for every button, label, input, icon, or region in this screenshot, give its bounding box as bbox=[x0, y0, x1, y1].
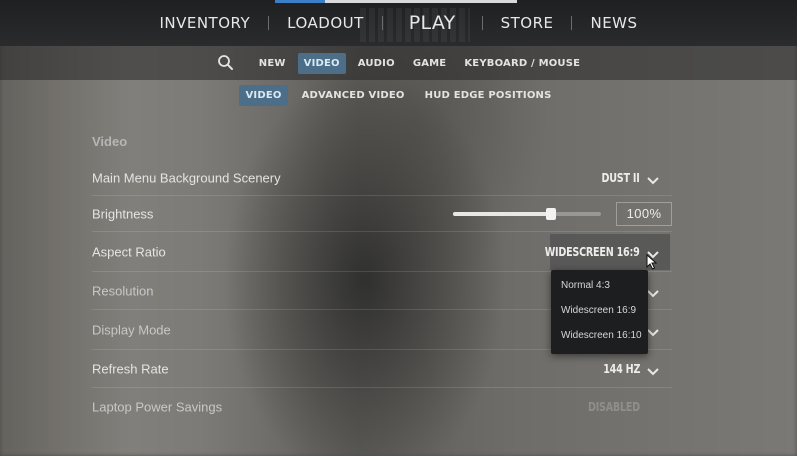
menu-option-widescreen-16-9[interactable]: Widescreen 16:9 bbox=[561, 305, 636, 316]
setting-value-disabled: DISABLED bbox=[588, 400, 640, 414]
nav-play[interactable]: PLAY bbox=[409, 12, 456, 34]
setting-label: Brightness bbox=[92, 206, 154, 221]
chevron-down-icon[interactable] bbox=[646, 173, 660, 184]
setting-value: WIDESCREEN 16:9 bbox=[545, 244, 640, 259]
menu-option-normal-4-3[interactable]: Normal 4:3 bbox=[561, 280, 610, 291]
setting-label: Main Menu Background Scenery bbox=[92, 170, 281, 185]
tab-game[interactable]: GAME bbox=[407, 53, 453, 74]
setting-label: Refresh Rate bbox=[92, 361, 169, 376]
tab-keyboard-mouse[interactable]: KEYBOARD / MOUSE bbox=[458, 53, 586, 74]
nav-divider bbox=[571, 16, 573, 30]
brightness-value-field[interactable]: 100% bbox=[616, 201, 672, 226]
setting-value: DUST II bbox=[601, 170, 640, 185]
video-subtabs: VIDEO ADVANCED VIDEO HUD EDGE POSITIONS bbox=[0, 82, 797, 108]
subtab-hud-edge-positions[interactable]: HUD EDGE POSITIONS bbox=[419, 85, 558, 106]
section-title: Video bbox=[92, 134, 128, 149]
setting-label: Aspect Ratio bbox=[92, 244, 166, 259]
settings-tabs: NEW VIDEO AUDIO GAME KEYBOARD / MOUSE bbox=[0, 46, 797, 80]
chevron-down-icon[interactable] bbox=[646, 364, 660, 375]
slider-fill bbox=[453, 211, 551, 216]
setting-aspect-ratio[interactable]: Aspect Ratio WIDESCREEN 16:9 bbox=[92, 232, 672, 272]
setting-refresh-rate[interactable]: Refresh Rate 144 HZ bbox=[92, 350, 672, 388]
nav-divider bbox=[481, 16, 483, 30]
menu-option-widescreen-16-10[interactable]: Widescreen 16:10 bbox=[561, 330, 642, 341]
setting-laptop-power-savings: Laptop Power Savings DISABLED bbox=[92, 388, 672, 426]
chevron-down-icon[interactable] bbox=[646, 325, 660, 336]
nav-store[interactable]: STORE bbox=[501, 14, 554, 32]
setting-main-menu-scenery[interactable]: Main Menu Background Scenery DUST II bbox=[92, 160, 672, 196]
mouse-pointer-icon bbox=[646, 253, 658, 270]
chevron-down-icon[interactable] bbox=[646, 286, 660, 297]
setting-label: Resolution bbox=[92, 283, 154, 298]
nav-divider bbox=[268, 16, 270, 30]
nav-loadout[interactable]: LOADOUT bbox=[287, 14, 364, 32]
tab-video[interactable]: VIDEO bbox=[297, 52, 346, 74]
nav-inventory[interactable]: INVENTORY bbox=[159, 14, 250, 32]
subtab-video[interactable]: VIDEO bbox=[239, 84, 288, 106]
aspect-ratio-menu: Normal 4:3 Widescreen 16:9 Widescreen 16… bbox=[551, 270, 648, 354]
nav-divider bbox=[381, 16, 383, 30]
setting-brightness: Brightness 100% bbox=[92, 196, 672, 232]
brightness-slider[interactable] bbox=[453, 207, 601, 220]
tab-new[interactable]: NEW bbox=[253, 53, 292, 74]
slider-handle[interactable] bbox=[545, 207, 556, 220]
setting-value: 144 HZ bbox=[603, 361, 640, 376]
subtab-advanced-video[interactable]: ADVANCED VIDEO bbox=[296, 85, 411, 106]
setting-label: Laptop Power Savings bbox=[92, 399, 223, 415]
nav-news[interactable]: NEWS bbox=[590, 14, 637, 32]
setting-label: Display Mode bbox=[92, 322, 171, 337]
search-icon[interactable] bbox=[215, 53, 237, 73]
top-nav: INVENTORY LOADOUT PLAY STORE NEWS bbox=[0, 0, 797, 46]
tab-audio[interactable]: AUDIO bbox=[352, 53, 401, 74]
